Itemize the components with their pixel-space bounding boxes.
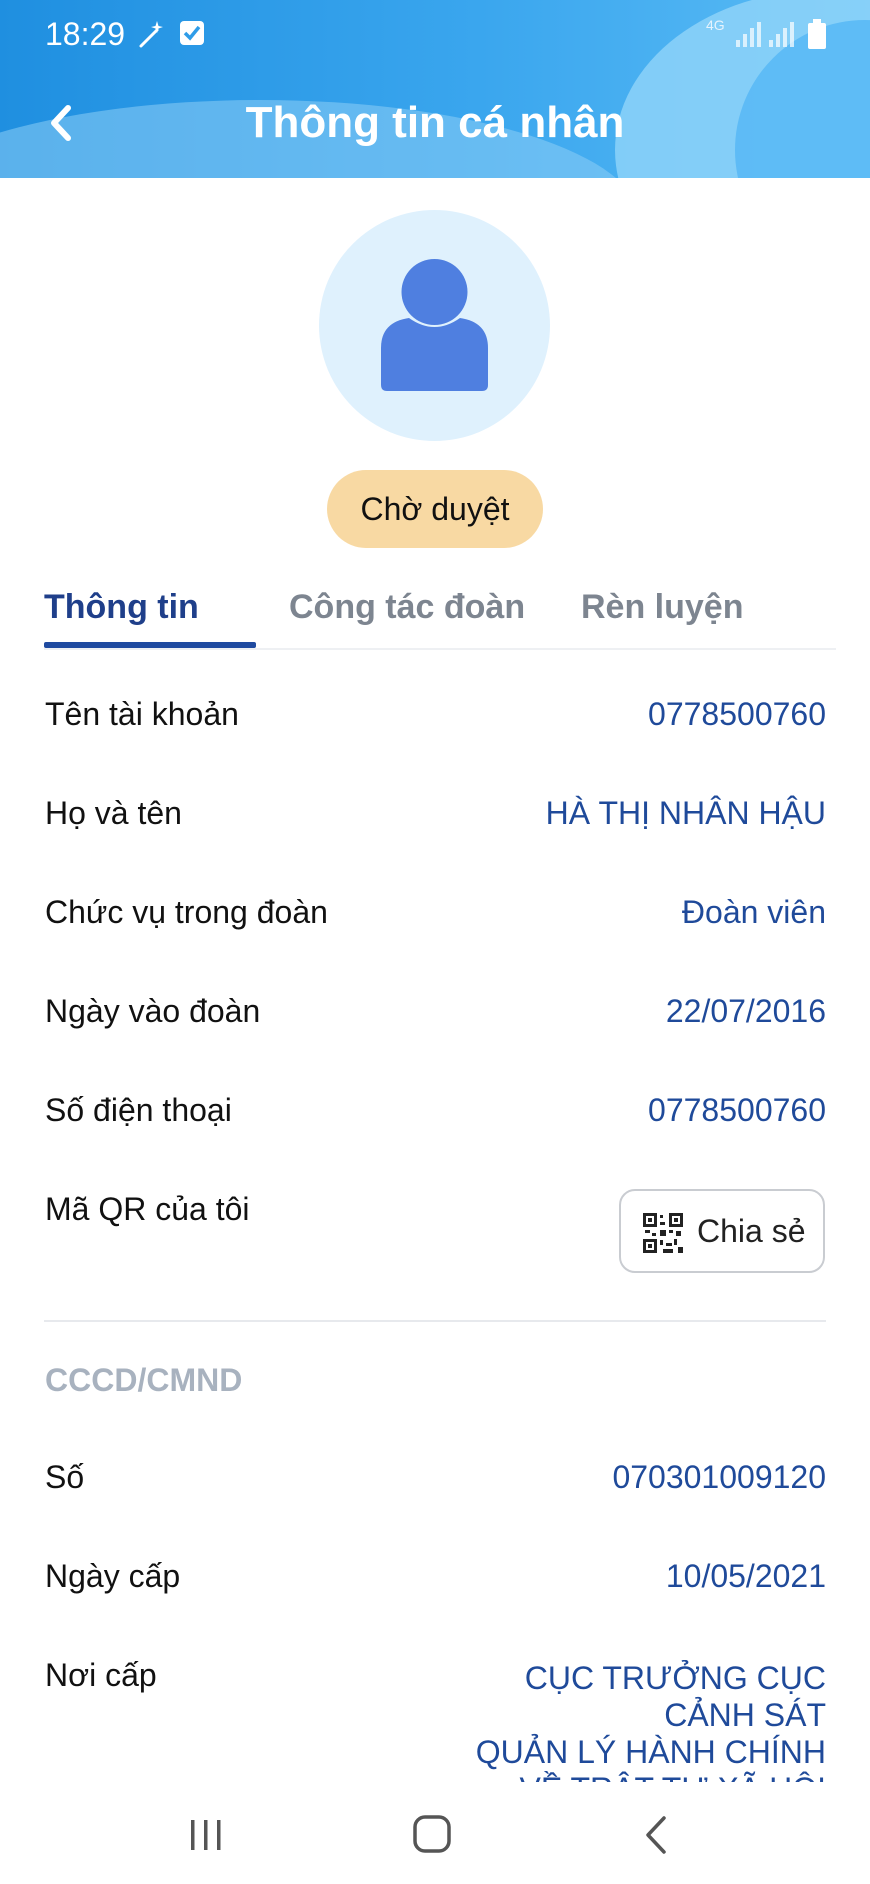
tab-bar: Thông tin Công tác đoàn Rèn luyện (44, 580, 836, 650)
divider (44, 1320, 826, 1322)
user-icon (381, 259, 488, 391)
signal-icon (769, 22, 794, 47)
issue-place-line: VỀ TRẬT TỰ XÃ HỘI (406, 1771, 826, 1782)
account-value: 0778500760 (648, 696, 826, 732)
issue-date-value: 10/05/2021 (665, 1558, 826, 1594)
issue-place-line: CẢNH SÁT (664, 1697, 826, 1733)
back-icon[interactable] (628, 1812, 688, 1858)
union-position-value: Đoàn viên (681, 894, 826, 930)
status-badge: Chờ duyệt (327, 470, 543, 548)
qr-code-icon (643, 1213, 683, 1253)
battery-icon (808, 19, 826, 49)
active-tab-indicator (44, 642, 256, 648)
network-type: 4G (706, 17, 725, 33)
page-title: Thông tin cá nhân (245, 98, 625, 147)
phone-label: Số điện thoại (45, 1092, 232, 1128)
status-bar: 18:29 4G (0, 0, 870, 68)
phone-value: 0778500760 (648, 1092, 826, 1128)
id-card-section-title: CCCD/CMND (45, 1362, 243, 1398)
tab-info[interactable]: Thông tin (44, 588, 199, 627)
signal-icon (736, 22, 761, 47)
system-nav-bar (0, 1782, 870, 1884)
account-label: Tên tài khoản (45, 696, 239, 732)
top-bar: Thông tin cá nhân (0, 68, 870, 178)
share-qr-button[interactable]: Chia sẻ (619, 1189, 825, 1273)
avatar[interactable] (319, 210, 550, 441)
full-name-label: Họ và tên (45, 795, 182, 831)
issue-date-label: Ngày cấp (45, 1558, 181, 1594)
home-icon[interactable] (402, 1812, 462, 1858)
status-time: 18:29 (45, 16, 126, 52)
tab-training[interactable]: Rèn luyện (581, 588, 743, 627)
union-position-label: Chức vụ trong đoàn (45, 894, 328, 930)
magic-wand-icon (139, 21, 163, 48)
issue-place-line: CỤC TRƯỞNG CỤC (524, 1660, 826, 1696)
id-number-label: Số (45, 1459, 85, 1495)
issue-place-value: CỤC TRƯỞNG CỤC CẢNH SÁT QUẢN LÝ HÀNH CHÍ… (406, 1660, 826, 1782)
checkbox-icon (180, 21, 204, 45)
issue-place-label: Nơi cấp (45, 1657, 157, 1693)
join-date-label: Ngày vào đoàn (45, 993, 261, 1029)
my-qr-label: Mã QR của tôi (45, 1191, 250, 1227)
header: 18:29 4G Thông tin cá nhân (0, 0, 870, 178)
id-number-value: 070301009120 (612, 1459, 826, 1495)
issue-place-line: QUẢN LÝ HÀNH CHÍNH (475, 1734, 826, 1770)
full-name-value: HÀ THỊ NHÂN HẬU (545, 795, 826, 831)
join-date-value: 22/07/2016 (665, 993, 826, 1029)
recent-apps-icon[interactable] (176, 1812, 236, 1858)
share-label: Chia sẻ (697, 1213, 806, 1249)
tab-union-work[interactable]: Công tác đoàn (289, 588, 525, 627)
